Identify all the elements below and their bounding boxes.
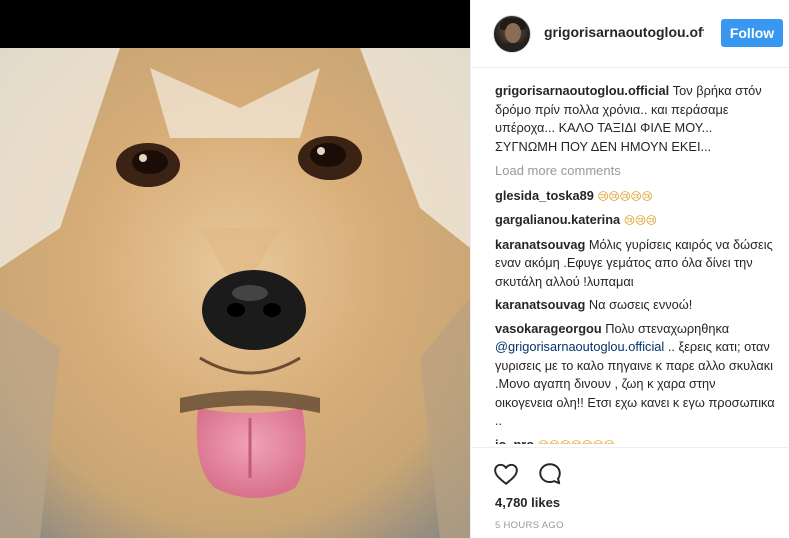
follow-button[interactable]: Follow [721,19,783,47]
caption-username[interactable]: grigorisarnaoutoglou.official [495,83,669,98]
post-sidebar: grigorisarnaoutoglou.official Follow gri… [470,0,789,538]
author-handle[interactable]: grigorisarnaoutoglou.official [544,24,704,40]
comment-item: vasokarageorgou Πολυ στεναχωρηθηκα @grig… [495,320,775,431]
comment-mention[interactable]: @grigorisarnaoutoglou.official [495,339,664,354]
post-photo[interactable] [0,0,470,538]
comment-text: Να σωσεις εννοώ! [588,297,693,312]
comment-text: Πολυ στεναχωρηθηκα [605,320,730,336]
comment-emoji: 😢😢😢😢😢 [597,189,653,203]
comment-item: karanatsouvag Μόλις γυρίσεις καιρός να δ… [495,236,775,292]
load-more-comments-link[interactable]: Load more comments [495,162,775,181]
comment-item: glesida_toska89 😢😢😢😢😢 [495,187,775,207]
avatar[interactable] [493,15,531,53]
comment-username[interactable]: karanatsouvag [495,297,585,312]
heart-icon[interactable] [493,461,519,487]
post-caption: grigorisarnaoutoglou.official Τον βρήκα … [495,82,775,156]
comment-username[interactable]: vasokarageorgou [495,321,602,336]
avatar-body [498,43,528,52]
comment-item: io_pro 😢😢😢😢😢😢😢 [495,436,775,445]
comment-emoji: 😢😢😢 [623,214,657,227]
comment-username[interactable]: gargalianou.katerina [495,212,620,227]
likes-count[interactable]: 4,780 likes [495,495,560,510]
comment-icon[interactable] [537,461,563,487]
comment-item: gargalianou.katerina 😢😢😢 [495,211,775,231]
avatar-face [505,23,521,43]
comment-item: karanatsouvag Να σωσεις εννοώ! [495,296,775,315]
comment-username[interactable]: karanatsouvag [495,237,585,252]
comment-username[interactable]: io_pro [495,437,534,445]
comment-username[interactable]: glesida_toska89 [495,188,594,203]
comment-emoji: 😢😢😢😢😢😢😢 [538,439,615,445]
post-timestamp[interactable]: 5 HOURS AGO [495,520,564,531]
comments-list[interactable]: grigorisarnaoutoglou.official Τον βρήκα … [495,82,775,444]
post-header: grigorisarnaoutoglou.official Follow [471,0,789,68]
post-footer: 4,780 likes 5 HOURS AGO [471,447,789,538]
action-bar [493,461,563,487]
dog-photo [0,48,470,538]
